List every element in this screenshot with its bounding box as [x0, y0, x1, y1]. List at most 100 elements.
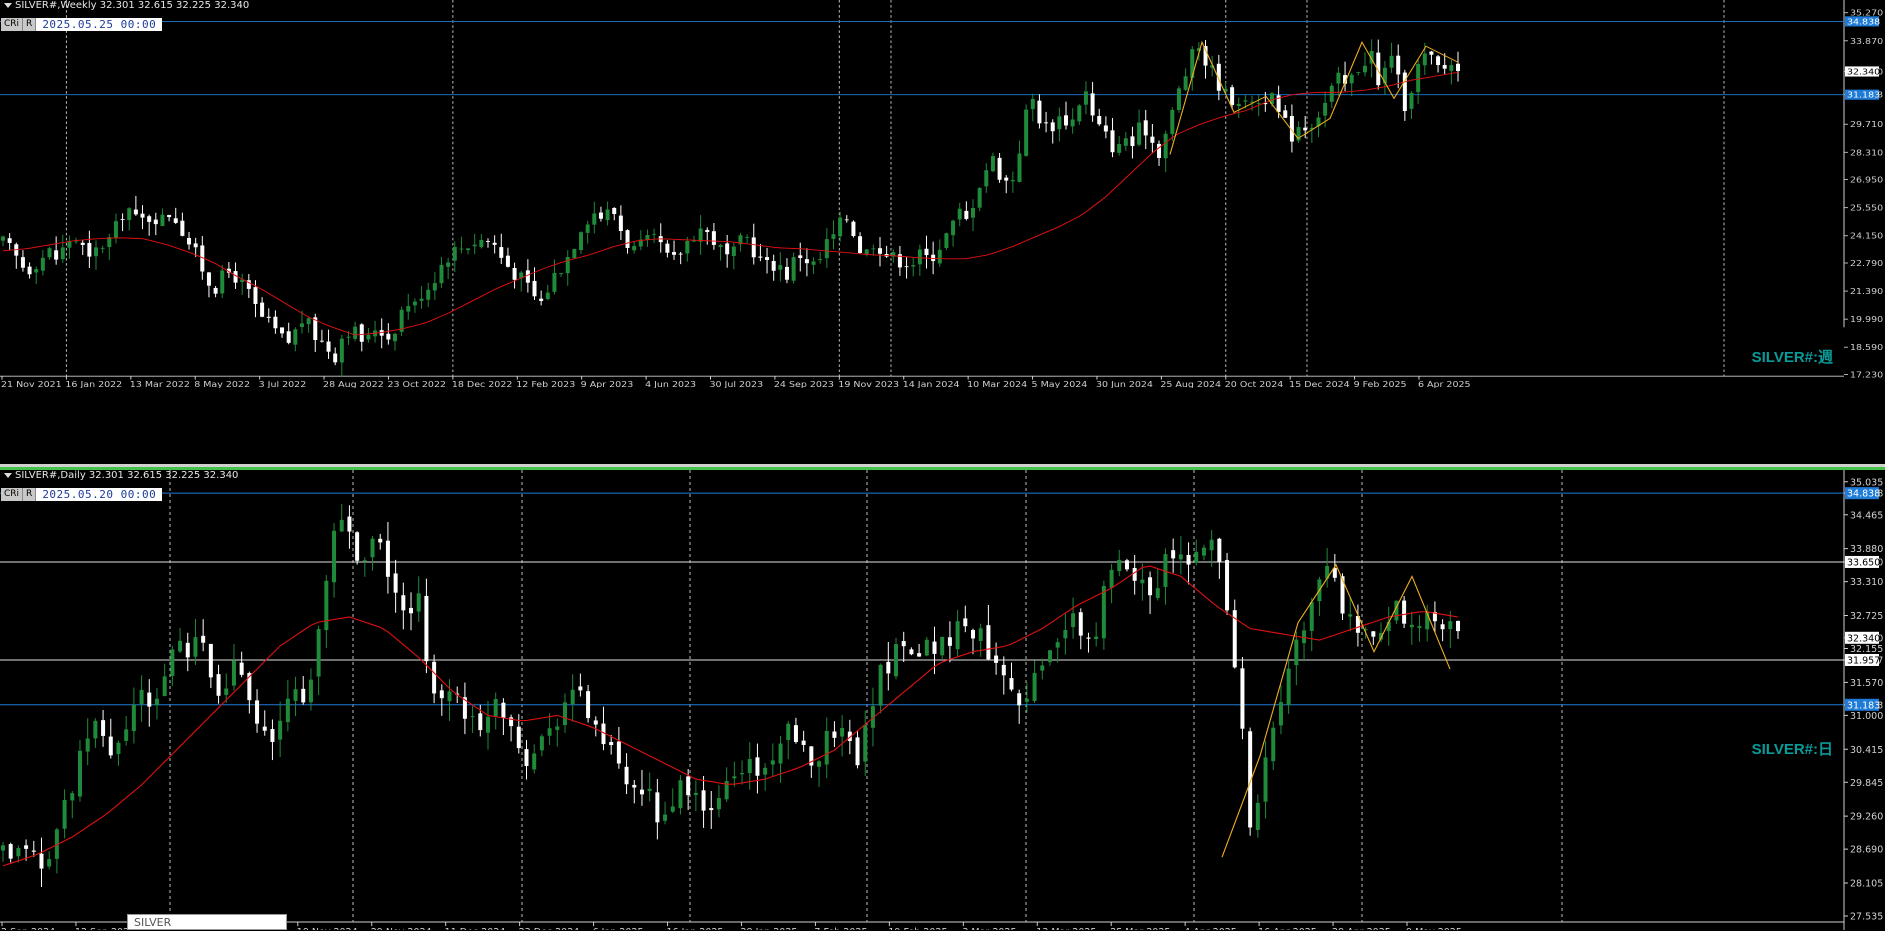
candle-body — [1294, 639, 1299, 666]
candle-body — [917, 249, 922, 265]
candle-body — [963, 618, 968, 627]
collapse-triangle-icon[interactable] — [4, 472, 12, 478]
candle-body — [665, 243, 670, 253]
candle-body — [745, 237, 750, 239]
candle-body — [698, 228, 703, 242]
daily-tag-r[interactable]: R — [23, 488, 37, 501]
candle-body — [319, 340, 324, 342]
candle-body — [1217, 538, 1222, 562]
candle-body — [944, 233, 949, 248]
candle-body — [1225, 560, 1230, 611]
candle-body — [647, 788, 652, 791]
candle-body — [1097, 116, 1102, 125]
candle-body — [632, 784, 637, 788]
candle-body — [1009, 678, 1014, 690]
candle-body — [672, 252, 677, 255]
candle-body — [1110, 130, 1115, 153]
candle-body — [127, 208, 132, 220]
candle-body — [370, 538, 375, 558]
candle-body — [501, 702, 506, 718]
candle-body — [459, 248, 464, 250]
candle-body — [1402, 600, 1407, 624]
candle-body — [208, 643, 213, 678]
candle-body — [1117, 143, 1122, 153]
candle-body — [1417, 626, 1422, 629]
candle-body — [663, 814, 668, 821]
candle-body — [131, 704, 136, 732]
candle-body — [1236, 103, 1241, 107]
candle-body — [1422, 53, 1427, 66]
candle-body — [1442, 65, 1447, 69]
candle-body — [406, 306, 411, 312]
x-tick-label: 20 Oct 2024 — [1225, 381, 1284, 388]
candle-body — [1024, 109, 1029, 156]
candle-body — [412, 301, 417, 306]
candle-body — [570, 689, 575, 705]
candle-body — [1278, 702, 1283, 726]
y-tick-label: 33.870 — [1850, 37, 1883, 46]
candle-body — [911, 265, 916, 267]
candle-body — [878, 664, 883, 706]
candle-body — [586, 691, 591, 719]
candle-body — [1283, 110, 1288, 118]
x-tick-label: 19 Nov 2023 — [838, 381, 899, 388]
candle-body — [863, 725, 868, 762]
candle-body — [678, 780, 683, 809]
weekly-chart-pane[interactable]: 35.27033.87032.34031.18329.71028.31026.9… — [0, 0, 1885, 388]
candle-body — [193, 243, 198, 248]
candle-body — [333, 353, 338, 363]
weekly-date-box[interactable]: 2025.05.25 00:00 — [36, 18, 163, 31]
candle-body — [904, 266, 909, 268]
daily-header-text: SILVER#,Daily 32.301 32.615 32.225 32.34… — [15, 470, 239, 481]
candle-body — [593, 720, 598, 725]
candle-body — [747, 759, 752, 774]
candle-body — [93, 720, 98, 739]
candle-body — [187, 237, 192, 245]
candle-body — [432, 283, 437, 291]
candle-body — [709, 808, 714, 811]
daily-tag-cri[interactable]: CRi — [1, 488, 24, 501]
candle-body — [618, 215, 623, 231]
candle-body — [598, 212, 603, 219]
daily-chart-pane[interactable]: 35.03534.838 34.465 33.880 33.650 33.310 32.7… — [0, 470, 1885, 930]
candle-body — [206, 272, 211, 286]
candle-body — [1271, 727, 1276, 762]
candle-body — [579, 232, 584, 251]
candle-body — [725, 243, 730, 255]
weekly-tag-cri[interactable]: CRi — [1, 18, 24, 31]
candle-body — [253, 287, 258, 304]
candle-body — [1201, 547, 1206, 556]
candle-body — [347, 516, 352, 532]
candle-body — [977, 188, 982, 208]
candle-body — [886, 661, 891, 674]
candle-body — [605, 209, 610, 221]
candle-body — [894, 644, 899, 677]
candle-body — [385, 540, 390, 577]
candle-body — [255, 700, 260, 724]
candle-body — [639, 789, 644, 795]
collapse-triangle-icon[interactable] — [4, 2, 12, 8]
x-tick-label: 28 Aug 2022 — [323, 381, 384, 388]
y-tick-label: 22.790 — [1850, 260, 1883, 269]
candle-body — [213, 287, 218, 294]
weekly-tag-r[interactable]: R — [23, 18, 37, 31]
y-tick-label: 32.155 — [1850, 644, 1883, 655]
candle-body — [478, 713, 483, 731]
y-tick-label: 35.035 — [1850, 477, 1883, 488]
candle-body — [1047, 650, 1052, 663]
candle-body — [1243, 100, 1248, 102]
candle-body — [824, 731, 829, 765]
daily-chart-canvas[interactable]: 35.03534.838 34.465 33.880 33.650 33.310 32.7… — [0, 470, 1885, 930]
candle-body — [778, 743, 783, 764]
candle-body — [147, 216, 152, 222]
candle-body — [612, 207, 617, 215]
daily-date-box[interactable]: 2025.05.20 00:00 — [36, 488, 163, 501]
candle-body — [466, 248, 471, 251]
weekly-chart-canvas[interactable]: 35.27033.87032.34031.18329.71028.31026.9… — [0, 0, 1885, 388]
level-price-label: 33.650 — [1847, 557, 1880, 568]
candle-body — [393, 573, 398, 593]
candle-body — [493, 698, 498, 717]
candle-body — [31, 850, 36, 852]
candle-body — [278, 720, 283, 740]
symbol-tab-silver[interactable]: SILVER — [127, 914, 287, 930]
